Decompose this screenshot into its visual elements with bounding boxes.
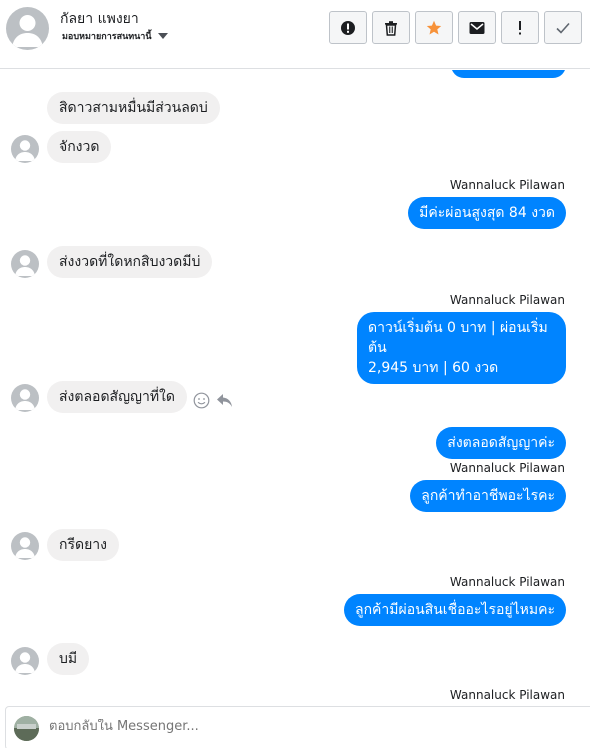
- caret-down-icon: [157, 33, 168, 39]
- conversation-toolbar: [329, 11, 582, 44]
- message-actions: [193, 392, 233, 409]
- check-icon: [556, 22, 570, 34]
- sender-name: Wannaluck Pilawan: [449, 178, 565, 192]
- person-silhouette-icon: [15, 140, 35, 161]
- contact-avatar[interactable]: [6, 7, 49, 50]
- star-icon: [426, 20, 442, 34]
- sender-name: Wannaluck Pilawan: [449, 688, 565, 702]
- sender-name: Wannaluck Pilawan: [449, 575, 565, 589]
- exclamation-icon: [519, 20, 521, 34]
- mark-unread-button[interactable]: [458, 11, 496, 44]
- message-line: ดาวน์เริ่มต้น 0 บาท | ผ่อนเริ่มต้น: [368, 320, 548, 356]
- assign-label: มอบหมายการสนทนานี้: [62, 32, 152, 42]
- message-bubble-incoming[interactable]: กรีดยาง: [47, 529, 119, 561]
- person-silhouette-icon: [15, 537, 35, 558]
- mark-spam-button[interactable]: [329, 11, 367, 44]
- reply-icon[interactable]: [216, 393, 233, 408]
- message-thread[interactable]: สิดาวสามหมื่นมีส่วนลดบ่ จักงวด Wannaluck…: [0, 70, 590, 706]
- emoji-reaction-icon[interactable]: [193, 392, 210, 409]
- assign-conversation-dropdown[interactable]: มอบหมายการสนทนานี้: [62, 29, 168, 43]
- message-bubble-incoming[interactable]: ส่งตลอดสัญญาที่ใด: [47, 381, 187, 413]
- page-photo-icon: [14, 716, 39, 741]
- person-silhouette-icon: [15, 389, 35, 410]
- person-silhouette-icon: [12, 15, 43, 47]
- conversation-header: กัลยา แพงยา มอบหมายการสนทนานี้: [0, 0, 590, 69]
- contact-name[interactable]: กัลยา แพงยา: [60, 8, 139, 30]
- sender-name: Wannaluck Pilawan: [449, 293, 565, 307]
- star-button[interactable]: [415, 11, 453, 44]
- reply-input[interactable]: [49, 719, 469, 734]
- page-avatar: [14, 716, 39, 741]
- message-bubble-outgoing[interactable]: ดาวน์เริ่มต้น 0 บาท | ผ่อนเริ่มต้น 2,945…: [357, 312, 566, 384]
- delete-button[interactable]: [372, 11, 410, 44]
- mark-done-button[interactable]: [544, 11, 582, 44]
- sender-name: Wannaluck Pilawan: [449, 461, 565, 475]
- message-bubble-outgoing[interactable]: ส่งตลอดสัญญาค่ะ: [436, 427, 566, 459]
- person-silhouette-icon: [15, 652, 35, 673]
- person-silhouette-icon: [15, 255, 35, 276]
- follow-up-button[interactable]: [501, 11, 539, 44]
- message-bubble-incoming[interactable]: สิดาวสามหมื่นมีส่วนลดบ่: [47, 92, 220, 124]
- message-line: 2,945 บาท | 60 งวด: [368, 360, 499, 376]
- message-bubble-outgoing[interactable]: ลูกค้าทำอาชีพอะไรคะ: [410, 480, 566, 512]
- message-bubble-outgoing[interactable]: ลูกค้ามีผ่อนสินเชื่ออะไรอยู่ไหมคะ: [344, 594, 566, 626]
- contact-avatar-small[interactable]: [11, 384, 39, 412]
- message-bubble-incoming[interactable]: ส่งงวดที่ใดหกสิบงวดมีบ่: [47, 246, 213, 278]
- message-bubble-incoming[interactable]: จักงวด: [47, 131, 112, 163]
- spam-icon: [341, 20, 355, 35]
- contact-avatar-small[interactable]: [11, 250, 39, 278]
- contact-avatar-small[interactable]: [11, 647, 39, 675]
- trash-icon: [385, 20, 397, 36]
- contact-avatar-small[interactable]: [11, 532, 39, 560]
- contact-avatar-small[interactable]: [11, 135, 39, 163]
- message-bubble-incoming[interactable]: บมี: [47, 643, 90, 675]
- message-bubble-outgoing-partial[interactable]: [451, 70, 566, 78]
- envelope-icon: [469, 21, 485, 34]
- message-bubble-outgoing[interactable]: มีค่ะผ่อนสูงสุด 84 งวด: [408, 197, 566, 229]
- reply-composer: [5, 706, 590, 748]
